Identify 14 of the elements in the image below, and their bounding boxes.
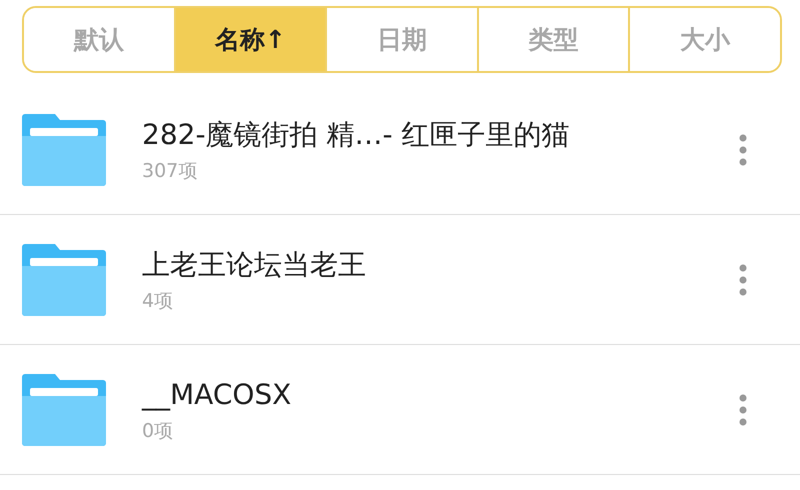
folder-name: 282-魔镜街拍 精…- 红匣子里的猫: [142, 116, 570, 152]
folder-icon: [22, 374, 106, 446]
item-count: 4项: [142, 288, 174, 314]
more-icon[interactable]: [739, 264, 747, 296]
folder-name: __MACOSX: [142, 376, 292, 413]
folder-icon: [22, 114, 106, 186]
more-icon[interactable]: [739, 394, 747, 426]
sort-tab[interactable]: 名称↑: [174, 8, 326, 71]
folder-icon: [22, 244, 106, 316]
item-count: 0项: [142, 418, 174, 444]
sort-tab[interactable]: 大小: [628, 8, 780, 71]
item-count: 307项: [142, 158, 198, 184]
more-icon[interactable]: [739, 134, 747, 166]
folder-name: 上老王论坛当老王: [142, 246, 367, 282]
